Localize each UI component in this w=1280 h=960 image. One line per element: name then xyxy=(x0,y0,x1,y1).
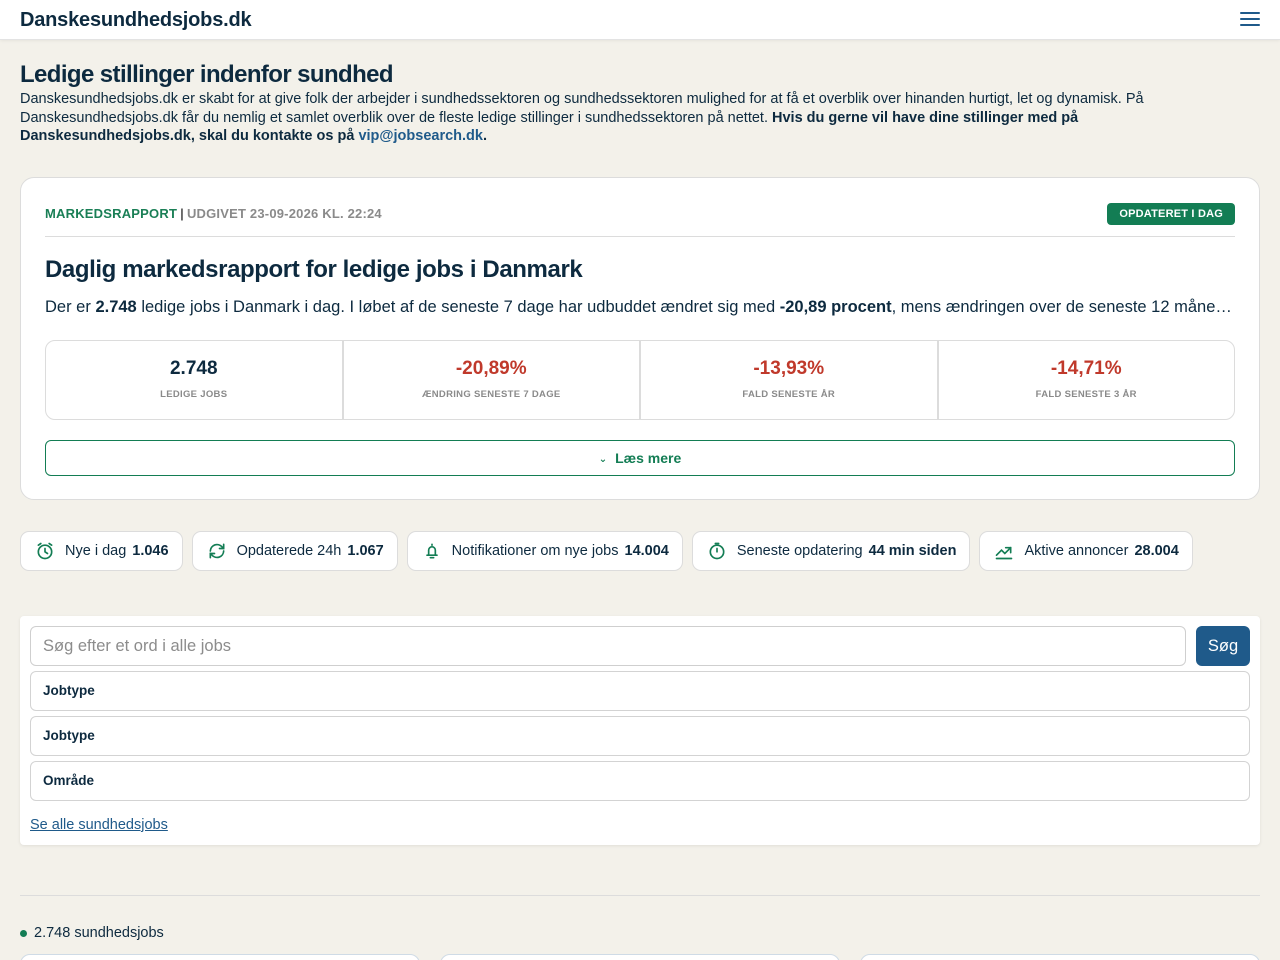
stat-drop-3-years: -14,71% FALD SENESTE 3 ÅR xyxy=(1035,358,1137,400)
refresh-icon xyxy=(209,543,225,559)
report-published-date: UDGIVET 23-09-2026 KL. 22:24 xyxy=(186,206,382,221)
divider xyxy=(20,895,1260,896)
stat-change-7-days: -20,89% ÆNDRING SENESTE 7 DAGE xyxy=(344,341,641,419)
stat-drop-last-year: -13,93% FALD SENESTE ÅR xyxy=(641,341,939,419)
hamburger-menu-icon[interactable] xyxy=(1240,12,1260,28)
chip-active-ads: Aktive annoncer 28.004 xyxy=(979,531,1193,571)
stopwatch-icon xyxy=(709,542,725,560)
results-count: 2.748 sundhedsjobs xyxy=(20,925,164,941)
report-stats: 2.748 LEDIGE JOBS -20,89% ÆNDRING SENESTE … xyxy=(45,340,1235,420)
chevron-down-icon: ⌄ xyxy=(598,454,608,465)
filter-jobtype[interactable]: Jobtype xyxy=(30,671,1250,711)
chip-notifications: Notifikationer om nye jobs 14.004 xyxy=(406,531,683,571)
contact-email-link[interactable]: vip@jobsearch.dk xyxy=(358,128,483,144)
stat-open-jobs: 2.748 LEDIGE JOBS xyxy=(46,341,344,419)
status-dot xyxy=(20,929,27,937)
market-report-card: MARKEDSRAPPORT | UDGIVET 23-09-2026 KL. 22… xyxy=(20,177,1260,500)
search-input[interactable] xyxy=(30,626,1186,666)
see-all-jobs-link[interactable]: Se alle sundhedsjobs xyxy=(30,817,168,833)
report-summary: Der er 2.748 ledige jobs i Danmark i dag… xyxy=(45,298,1235,316)
page-title: Ledige stillinger indenfor sundhed xyxy=(20,61,394,88)
divider xyxy=(45,236,1235,237)
trending-up-icon xyxy=(996,546,1013,560)
top-navbar: Danskesundhedsjobs.dk xyxy=(0,0,1280,40)
report-title: Daglig markedsrapport for ledige jobs i … xyxy=(45,256,583,283)
site-logo-text[interactable]: Danskesundhedsjobs.dk xyxy=(20,9,252,32)
report-label: MARKEDSRAPPORT xyxy=(45,206,178,221)
job-card[interactable] xyxy=(860,954,1260,960)
report-meta: MARKEDSRAPPORT | UDGIVET 23-09-2026 KL. 22… xyxy=(45,206,382,221)
clock-icon xyxy=(37,542,53,560)
chip-updated-24h: Opdaterede 24h 1.067 xyxy=(191,531,398,571)
report-separator: | xyxy=(180,206,184,221)
intro-paragraph: Danskesundhedsjobs.dk er skabt for at gi… xyxy=(20,90,1240,146)
search-button[interactable]: Søg xyxy=(1196,626,1250,666)
bell-icon xyxy=(425,543,438,559)
read-more-button[interactable]: ⌄ Læs mere xyxy=(45,440,1235,476)
updated-badge: OPDATERET I DAG xyxy=(1107,203,1235,225)
filter-jobtype-2[interactable]: Jobtype xyxy=(30,716,1250,756)
stats-chip-row: Nye i dag 1.046 Opdaterede 24h 1.067 Notif… xyxy=(20,531,1193,571)
chip-new-today: Nye i dag 1.046 xyxy=(20,531,183,571)
search-panel: Søg Jobtype Jobtype Område Se alle sundh… xyxy=(20,616,1260,845)
job-card[interactable] xyxy=(20,954,420,960)
job-card[interactable] xyxy=(440,954,840,960)
chip-last-update: Seneste opdatering 44 min siden xyxy=(691,531,971,571)
filter-area[interactable]: Område xyxy=(30,761,1250,801)
